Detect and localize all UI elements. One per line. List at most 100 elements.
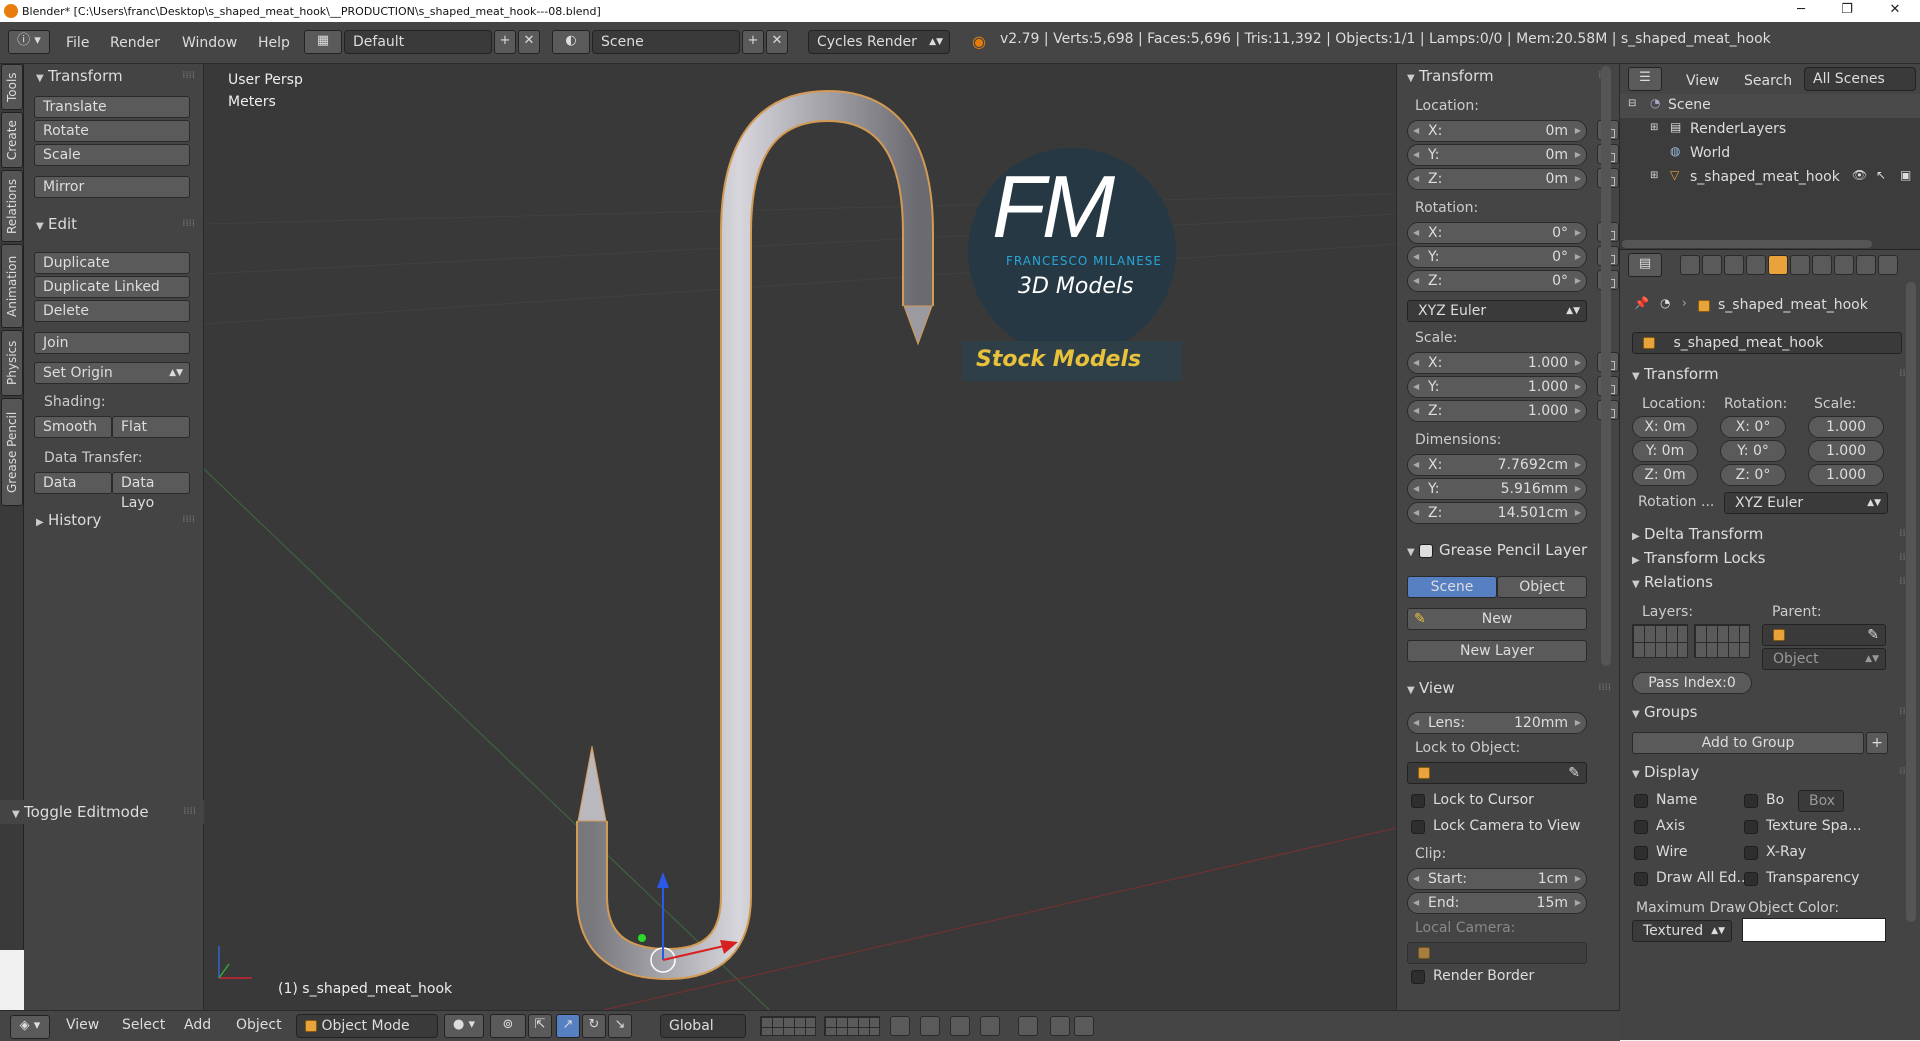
add-to-group-button[interactable]: Add to Group xyxy=(1632,732,1864,754)
prop-scale-x[interactable]: 1.000 xyxy=(1808,416,1884,438)
join-button[interactable]: Join xyxy=(34,332,190,354)
pass-index-field[interactable]: Pass Index:0 xyxy=(1632,672,1752,694)
rotation-mode-select[interactable]: XYZ Euler ▲▼ xyxy=(1407,300,1587,322)
view-panel-header[interactable]: ▼ View ⁞⁞⁞⁞ xyxy=(1397,676,1619,700)
scale-manipulator-icon[interactable]: ↘ xyxy=(608,1014,632,1038)
rotate-button[interactable]: Rotate xyxy=(34,120,190,142)
mirror-button[interactable]: Mirror xyxy=(34,176,190,198)
edit-panel-header[interactable]: ▼ Edit ⁞⁞⁞⁞ xyxy=(24,212,203,236)
outliner-row[interactable]: ◍ World xyxy=(1620,142,1920,166)
rotation-x-field[interactable]: ◀ X: 0° ▶ xyxy=(1407,222,1587,244)
n-panel-scrollbar[interactable] xyxy=(1601,66,1611,666)
eyedropper-icon[interactable]: ✎ xyxy=(1867,625,1879,645)
grease-pencil-header[interactable]: ▼ Grease Pencil Layer xyxy=(1397,538,1619,562)
data-button[interactable]: Data xyxy=(34,472,112,494)
tab-animation[interactable]: Animation xyxy=(1,244,23,328)
display-axis-checkbox[interactable] xyxy=(1634,820,1648,834)
toggle-editmode-header[interactable]: ▼ Toggle Editmode ⁞⁞⁞⁞ xyxy=(0,800,204,824)
menu-select[interactable]: Select xyxy=(122,1017,165,1033)
tab-physics[interactable]: Physics xyxy=(1,330,23,396)
viewport-shading-icon[interactable]: ● ▾ xyxy=(444,1014,484,1038)
data-layout-button[interactable]: Data Layo xyxy=(112,472,190,511)
menu-view[interactable]: View xyxy=(66,1017,99,1033)
bounds-type-select[interactable]: Box xyxy=(1798,790,1844,812)
prop-rot-y[interactable]: Y: 0° xyxy=(1720,440,1786,462)
outliner-display-mode[interactable]: All Scenes xyxy=(1804,67,1916,91)
pin-icon[interactable]: 📌 xyxy=(1634,296,1649,310)
scale-button[interactable]: Scale xyxy=(34,144,190,166)
pivot-point-icon[interactable]: ⊚ xyxy=(490,1014,526,1038)
minimize-button[interactable]: ─ xyxy=(1778,0,1824,22)
eyedropper-icon[interactable]: ✎ xyxy=(1568,763,1580,783)
add-group-plus-icon[interactable]: + xyxy=(1866,732,1888,754)
object-tab-icon[interactable] xyxy=(1768,255,1788,275)
location-y-field[interactable]: ◀ Y: 0m ▶ xyxy=(1407,144,1587,166)
location-x-field[interactable]: ◀ X: 0m ▶ xyxy=(1407,120,1587,142)
grease-pencil-checkbox[interactable] xyxy=(1419,543,1433,558)
properties-editor-icon[interactable]: ▤ xyxy=(1628,253,1662,277)
close-window-button[interactable]: ✕ xyxy=(1872,0,1918,22)
gp-object-button[interactable]: Object xyxy=(1497,576,1587,598)
proportional-edit-icon[interactable] xyxy=(920,1016,940,1036)
clip-end-field[interactable]: ◀ End: 15m ▶ xyxy=(1407,892,1587,914)
scene-layers-grid-right[interactable] xyxy=(824,1016,880,1036)
display-wire-checkbox[interactable] xyxy=(1634,846,1648,860)
dimension-y-field[interactable]: ◀ Y: 5.916mm ▶ xyxy=(1407,478,1587,500)
world-tab-icon[interactable] xyxy=(1746,255,1766,275)
prop-loc-z[interactable]: Z: 0m xyxy=(1632,464,1698,486)
tab-create[interactable]: Create xyxy=(1,112,23,168)
lens-field[interactable]: ◀ Lens: 120mm ▶ xyxy=(1407,712,1587,734)
expand-icon[interactable]: ⊞ xyxy=(1650,170,1658,181)
gp-new-button[interactable]: ✎ New xyxy=(1407,608,1587,630)
menu-object[interactable]: Object xyxy=(236,1017,282,1033)
dimension-z-field[interactable]: ◀ Z: 14.501cm ▶ xyxy=(1407,502,1587,524)
duplicate-linked-button[interactable]: Duplicate Linked xyxy=(34,276,190,298)
prop-transform-header[interactable]: ▼Transform⁞⁞⁞⁞ xyxy=(1620,362,1920,386)
rotate-manipulator-icon[interactable]: ↻ xyxy=(582,1014,606,1038)
n-transform-header[interactable]: ▼Transform⁞⁞⁞⁞ xyxy=(1397,64,1619,88)
object-color-swatch[interactable] xyxy=(1742,918,1886,942)
opengl-render-animation-icon[interactable] xyxy=(1074,1016,1094,1036)
location-z-field[interactable]: ◀ Z: 0m ▶ xyxy=(1407,168,1587,190)
maximize-button[interactable]: ❐ xyxy=(1824,0,1870,22)
transform-locks-header[interactable]: ▶Transform Locks⁞⁞⁞⁞ xyxy=(1620,546,1920,570)
outliner-row[interactable]: ⊟ ◔ Scene xyxy=(1620,94,1920,118)
flat-button[interactable]: Flat xyxy=(112,416,190,438)
outliner-row[interactable]: ⊞ ▽ s_shaped_meat_hook 👁 ↖ ▣ xyxy=(1620,166,1920,190)
delete-button[interactable]: Delete xyxy=(34,300,190,322)
scene-icon[interactable]: ◐ xyxy=(552,30,590,54)
prop-rotation-mode-select[interactable]: XYZ Euler ▲▼ xyxy=(1724,492,1888,514)
tab-relations[interactable]: Relations xyxy=(1,170,23,242)
outliner-view-menu[interactable]: View xyxy=(1686,68,1719,94)
max-draw-select[interactable]: Textured ▲▼ xyxy=(1632,920,1732,942)
display-xray-checkbox[interactable] xyxy=(1744,846,1758,860)
translate-manipulator-icon[interactable]: ↗ xyxy=(556,1014,580,1038)
snap-toggle-icon[interactable] xyxy=(950,1016,970,1036)
parent-type-select[interactable]: Object ▲▼ xyxy=(1762,648,1886,670)
local-camera-field[interactable] xyxy=(1407,942,1587,964)
remove-scene-icon[interactable]: ✕ xyxy=(766,30,788,54)
render-border-checkbox[interactable] xyxy=(1411,970,1425,984)
scene-layers-grid-left[interactable] xyxy=(760,1016,816,1036)
lock-to-cursor-checkbox[interactable] xyxy=(1411,794,1425,808)
outliner-search-menu[interactable]: Search xyxy=(1744,68,1792,94)
lock-layers-icon[interactable] xyxy=(890,1016,910,1036)
lock-object-field[interactable]: ✎ xyxy=(1407,762,1587,784)
gp-new-layer-button[interactable]: New Layer xyxy=(1407,640,1587,662)
data-tab-icon[interactable] xyxy=(1834,255,1854,275)
prop-rot-z[interactable]: Z: 0° xyxy=(1720,464,1786,486)
expand-icon[interactable]: ⊞ xyxy=(1650,122,1658,133)
delta-transform-header[interactable]: ▶Delta Transform⁞⁞⁞⁞ xyxy=(1620,522,1920,546)
add-layout-icon[interactable]: + xyxy=(494,30,516,54)
render-layers-tab-icon[interactable] xyxy=(1702,255,1722,275)
screen-layout-icon[interactable]: ▦ xyxy=(304,30,342,54)
modifiers-tab-icon[interactable] xyxy=(1812,255,1832,275)
render-camera-icon[interactable]: ▣ xyxy=(1900,168,1911,182)
prop-scale-z[interactable]: 1.000 xyxy=(1808,464,1884,486)
outliner-scrollbar[interactable] xyxy=(1622,240,1872,248)
material-tab-icon[interactable] xyxy=(1856,255,1876,275)
display-transparency-checkbox[interactable] xyxy=(1744,872,1758,886)
texture-tab-icon[interactable] xyxy=(1878,255,1898,275)
layers-grid-right[interactable] xyxy=(1694,624,1750,658)
duplicate-button[interactable]: Duplicate xyxy=(34,252,190,274)
